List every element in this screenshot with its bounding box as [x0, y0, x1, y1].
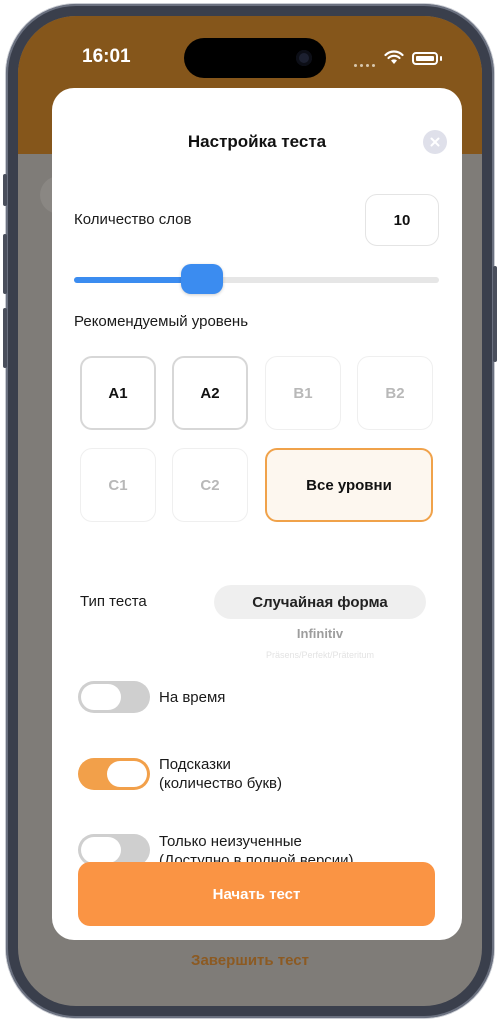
- hints-toggle[interactable]: [78, 758, 150, 790]
- hints-toggle-label: Подсказки (количество букв): [159, 755, 282, 793]
- test-type-selected[interactable]: Случайная форма: [214, 585, 426, 619]
- level-c1[interactable]: C1: [80, 448, 156, 522]
- power-button: [493, 266, 497, 362]
- phone-frame: 16:01 Завершить тест Настройка теста Кол…: [3, 4, 497, 1018]
- level-c2[interactable]: C2: [172, 448, 248, 522]
- modal-title: Настройка теста: [187, 132, 327, 151]
- volume-up-button: [3, 234, 7, 294]
- level-a2[interactable]: A2: [172, 356, 248, 430]
- level-a1[interactable]: A1: [80, 356, 156, 430]
- screen: 16:01 Завершить тест Настройка теста Кол…: [18, 16, 482, 1006]
- hints-label-line1: Подсказки: [159, 756, 231, 773]
- test-settings-modal: Настройка теста Количество слов 10 Реком…: [52, 88, 462, 940]
- close-icon: [430, 137, 440, 147]
- finish-test-button[interactable]: Завершить тест: [18, 952, 482, 969]
- dynamic-island: [184, 38, 326, 78]
- camera-icon: [296, 50, 312, 66]
- timed-toggle-label: На время: [159, 689, 226, 706]
- battery-cap: [440, 56, 442, 61]
- test-type-label: Тип теста: [80, 593, 147, 610]
- start-test-button[interactable]: Начать тест: [78, 862, 435, 926]
- signal-icon: [354, 64, 375, 67]
- level-label: Рекомендуемый уровень: [74, 313, 249, 330]
- battery-icon: [412, 52, 438, 65]
- word-count-value[interactable]: 10: [365, 194, 439, 246]
- wifi-icon: [384, 50, 404, 64]
- test-type-option-faint[interactable]: Präsens/Perfekt/Präteritum: [214, 650, 426, 660]
- status-time: 16:01: [82, 46, 131, 67]
- level-b1[interactable]: B1: [265, 356, 341, 430]
- level-all[interactable]: Все уровни: [265, 448, 433, 522]
- unlearned-label-line1: Только неизученные: [159, 833, 302, 850]
- word-count-label: Количество слов: [74, 211, 192, 228]
- level-b2[interactable]: B2: [357, 356, 433, 430]
- volume-down-button: [3, 308, 7, 368]
- test-type-option[interactable]: Infinitiv: [214, 626, 426, 641]
- word-count-slider-thumb[interactable]: [180, 264, 223, 294]
- word-count-slider-track[interactable]: [74, 277, 439, 283]
- action-button: [3, 174, 7, 206]
- close-button[interactable]: [423, 130, 447, 154]
- hints-label-line2: (количество букв): [159, 775, 282, 792]
- timed-toggle[interactable]: [78, 681, 150, 713]
